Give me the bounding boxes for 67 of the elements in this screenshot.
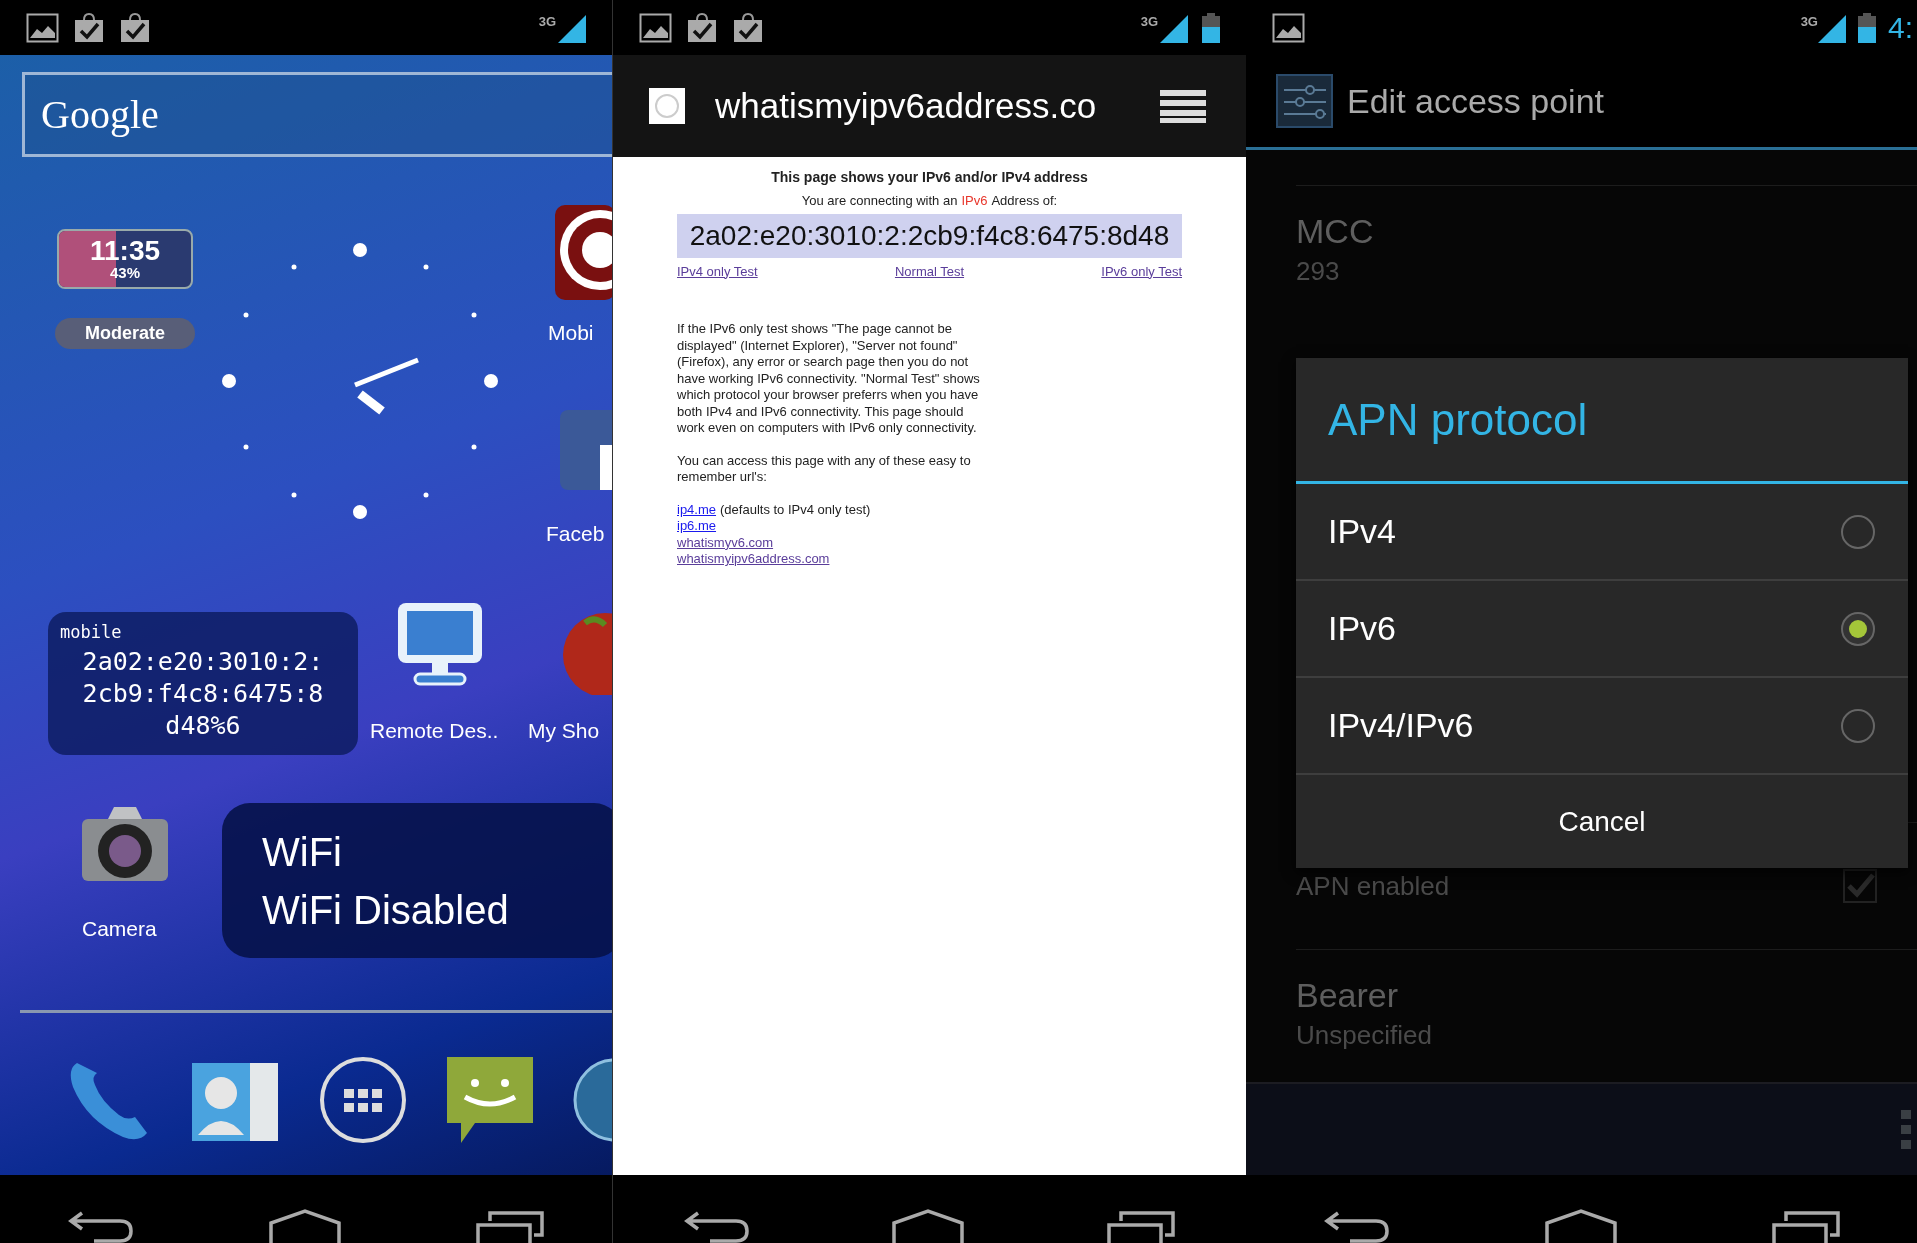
info-paragraph: If the IPv6 only test shows "The page cannot be displayed" (Internet Explorer), "Server not found" (Firefox), any error or search page then you do not have working IPv6 connectivity. "Normal Test" shows which protocol your browser preferrs when you have both IPv4 and IPv6 connectivity. This page should work even on computers with IPv6 only connectivity. xyxy=(677,321,981,437)
back-icon[interactable] xyxy=(1323,1209,1390,1243)
connection-text: Address of: xyxy=(991,192,1058,210)
app-label[interactable]: Camera xyxy=(82,913,157,945)
ip-address-line: 2cb9:f4c8:6475:8 xyxy=(82,677,324,710)
home-icon[interactable] xyxy=(1544,1209,1617,1243)
checkbox-bag-icon xyxy=(119,11,151,44)
app-label[interactable]: Faceb xyxy=(546,518,605,550)
url-link[interactable]: whatismyipv6address.com xyxy=(677,551,830,568)
page-heading: This page shows your IPv6 and/or IPv4 address xyxy=(770,168,1089,187)
network-type: 3G xyxy=(1800,13,1818,31)
picture-icon xyxy=(26,12,59,43)
back-icon[interactable] xyxy=(684,1209,751,1243)
wifi-widget[interactable]: WiFi WiFi Disabled xyxy=(222,803,612,958)
network-type: 3G xyxy=(1140,13,1158,31)
link-note: (defaults to IPv4 only test) xyxy=(720,501,871,518)
checkbox-bag-icon xyxy=(73,11,105,44)
url-link[interactable]: whatismyv6.com xyxy=(677,534,774,551)
ip-address-widget[interactable]: mobile 2a02:e20:3010:2: 2cb9:f4c8:6475:8 d48%6 xyxy=(48,612,358,755)
checkbox[interactable] xyxy=(1843,869,1877,903)
test-link[interactable]: Normal Test xyxy=(894,261,965,281)
ip-address-line: 2a02:e20:3010:2: xyxy=(82,645,324,678)
protocol-option[interactable]: IPv6 xyxy=(1296,581,1908,678)
checkbox-bag-icon xyxy=(732,11,764,44)
ip-address-line: d48%6 xyxy=(165,709,241,742)
radio-button[interactable] xyxy=(1840,513,1876,550)
test-link[interactable]: IPv6 only Test xyxy=(1101,261,1182,281)
dialog-title: APN protocol xyxy=(1328,393,1588,446)
google-logo-text: Google xyxy=(41,90,159,139)
setting-value: APN enabled xyxy=(1296,870,1451,903)
wifi-status: WiFi Disabled xyxy=(262,886,509,934)
home-icon[interactable] xyxy=(269,1209,341,1243)
recent-apps-icon[interactable] xyxy=(1771,1209,1840,1243)
checkbox-bag-icon xyxy=(686,11,718,44)
screen-title: Edit access point xyxy=(1347,80,1605,122)
radio-button[interactable] xyxy=(1840,610,1876,647)
back-icon[interactable] xyxy=(67,1209,134,1243)
url-link[interactable]: ip4.me xyxy=(677,501,717,518)
app-label[interactable]: Mobi xyxy=(548,317,594,349)
network-type: 3G xyxy=(538,13,556,31)
app-drawer-icon[interactable] xyxy=(318,1055,408,1145)
recent-apps-icon[interactable] xyxy=(476,1209,545,1243)
setting-value: 293 xyxy=(1296,255,1341,288)
network-name: mobile xyxy=(60,621,122,644)
test-link[interactable]: IPv4 only Test xyxy=(677,261,758,281)
sliders-icon xyxy=(1276,74,1333,128)
ip-address-text: 2a02:e20:3010:2:2cb9:f4c8:6475:8d48 xyxy=(677,213,1182,258)
search-bar[interactable]: Google xyxy=(22,72,612,157)
protocol-text: IPv6 xyxy=(961,192,988,210)
info-paragraph: You can access this page with any of these easy to remember url's: xyxy=(677,452,972,486)
smiley-message-icon[interactable] xyxy=(445,1055,535,1145)
wifi-title: WiFi xyxy=(262,828,342,876)
app-label[interactable]: Remote Des.. xyxy=(370,715,499,747)
connection-text: You are connecting with an xyxy=(801,192,958,210)
menu-icon[interactable] xyxy=(1160,88,1206,124)
recent-apps-icon[interactable] xyxy=(1106,1209,1175,1243)
mode-pill[interactable]: Moderate xyxy=(55,318,195,349)
url-link[interactable]: ip6.me xyxy=(677,518,717,535)
app-label[interactable]: My Sho xyxy=(528,715,600,747)
home-icon[interactable] xyxy=(892,1209,965,1243)
protocol-option[interactable]: IPv4 xyxy=(1296,484,1908,581)
clock-time: 4: xyxy=(1887,12,1913,43)
picture-icon xyxy=(1272,12,1305,43)
setting-value: Unspecified xyxy=(1296,1019,1433,1052)
picture-icon xyxy=(639,12,672,43)
radio-button[interactable] xyxy=(1840,707,1876,744)
cancel-button[interactable]: Cancel xyxy=(1296,775,1908,868)
